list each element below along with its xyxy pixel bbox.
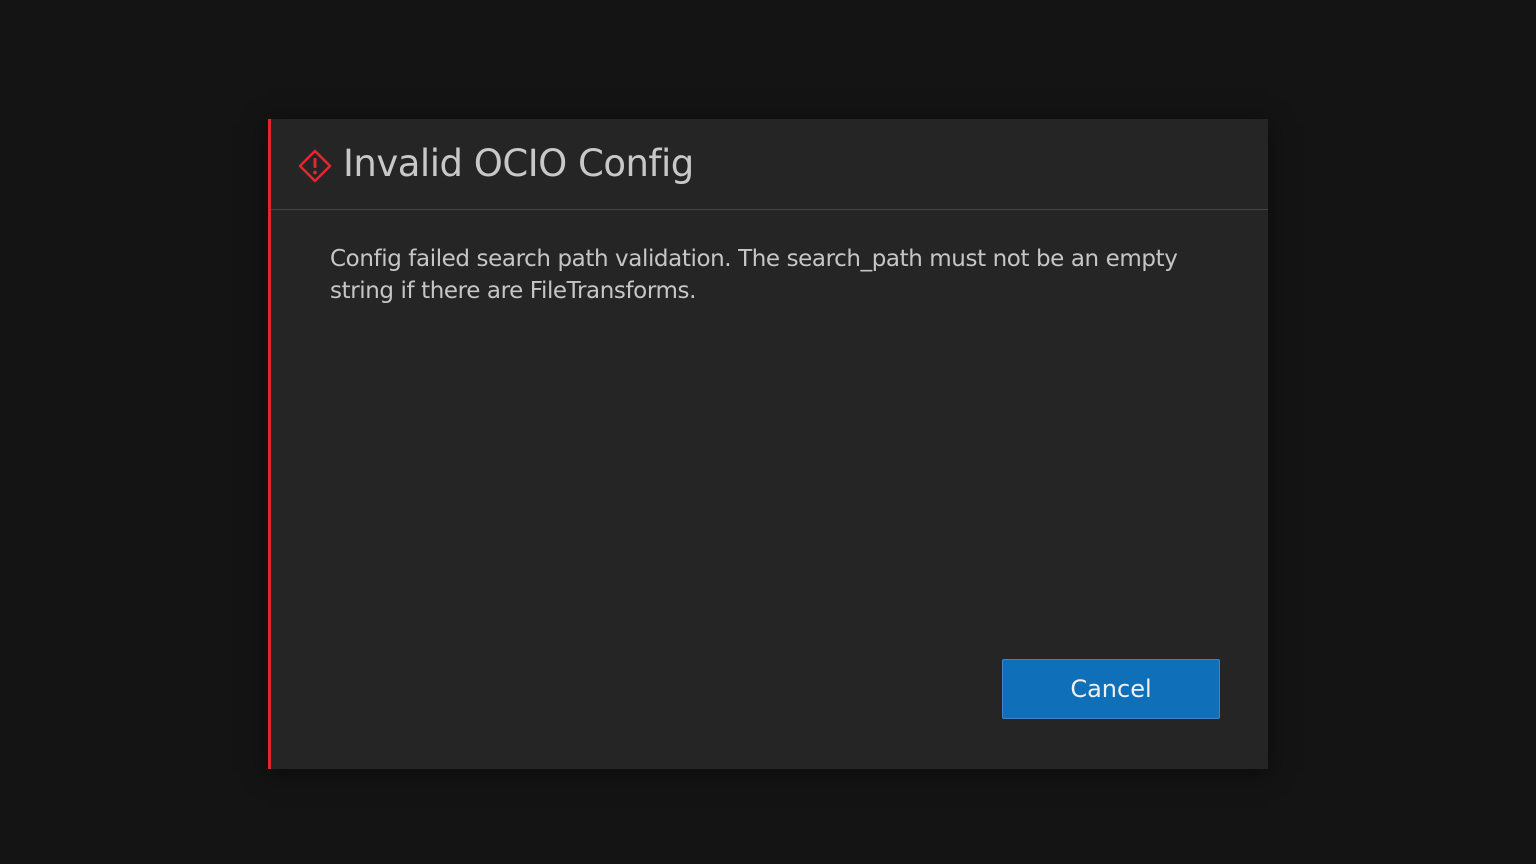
alert-diamond-icon	[298, 149, 332, 183]
cancel-button[interactable]: Cancel	[1002, 659, 1220, 719]
dialog-message: Config failed search path validation. Th…	[330, 246, 1178, 304]
dialog-header: Invalid OCIO Config	[271, 119, 1268, 210]
error-dialog: Invalid OCIO Config Config failed search…	[268, 119, 1268, 769]
dialog-title: Invalid OCIO Config	[343, 142, 694, 185]
